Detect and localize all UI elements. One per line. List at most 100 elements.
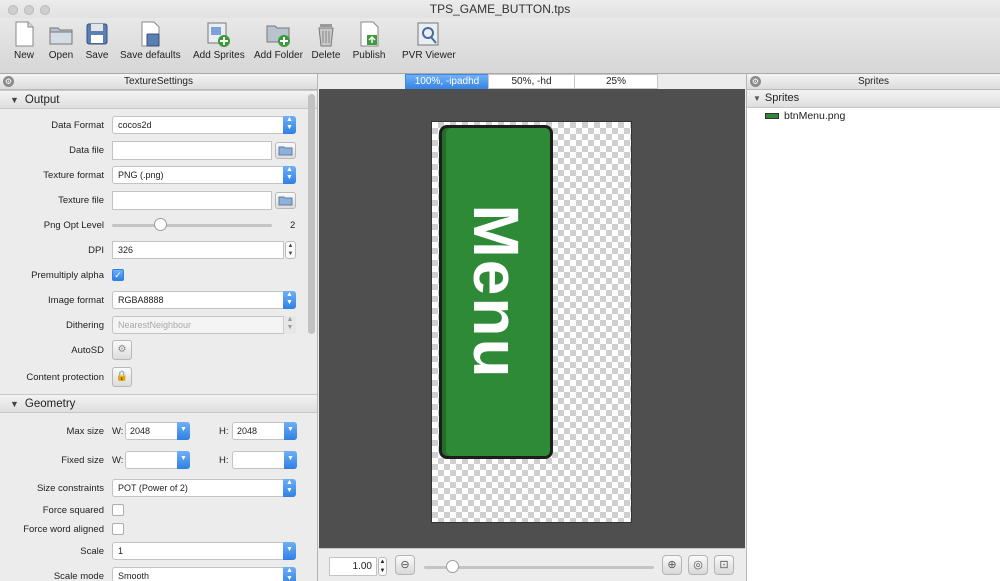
force-word-aligned-checkbox[interactable] (112, 523, 124, 535)
force-squared-checkbox[interactable] (112, 504, 124, 516)
pvr-viewer-button[interactable]: PVR Viewer (402, 20, 456, 61)
open-folder-icon (49, 27, 73, 45)
size-constraints-label: Size constraints (36, 483, 104, 494)
select-arrows-icon: ▲ ▼ (283, 479, 296, 497)
add-folder-button[interactable]: Add Folder (254, 20, 303, 61)
gear-icon[interactable]: ⚙ (750, 76, 761, 87)
publish-button[interactable]: Publish (352, 20, 386, 61)
content-protection-row: Content protection 🔒 (0, 365, 317, 394)
png-opt-level-value: 2 (290, 220, 296, 231)
zoom-out-icon: ⊖ (400, 559, 410, 571)
size-constraints-select[interactable]: POT (Power of 2) ▲ ▼ (112, 479, 296, 497)
autosd-label: AutoSD (71, 345, 104, 356)
texture-file-row: Texture file (0, 188, 317, 213)
sprite-sheet-preview[interactable]: Menu (431, 121, 632, 523)
zoom-slider-knob[interactable] (445, 560, 459, 573)
new-document-icon (15, 21, 34, 47)
max-size-row: Max size W: 2048 ▼ H: 2048 ▼ (0, 419, 317, 448)
tab-50-hd[interactable]: 50%, -hd (488, 74, 575, 89)
scale-row: Scale 1 ▼ (0, 539, 317, 564)
zoom-input[interactable]: 1.00 (329, 557, 377, 576)
select-arrows-icon: ▲ ▼ (283, 291, 296, 309)
save-disk-icon (86, 23, 108, 45)
zoom-stepper[interactable]: ▲ ▼ (378, 557, 387, 576)
add-folder-icon (266, 25, 290, 47)
add-sprites-icon (207, 22, 230, 47)
texture-file-browse-button[interactable] (275, 192, 296, 209)
size-constraints-row: Size constraints POT (Power of 2) ▲ ▼ (0, 476, 317, 501)
tab-25[interactable]: 25% (574, 74, 658, 89)
png-opt-level-label: Png Opt Level (43, 220, 104, 231)
chevron-down-icon: ▼ (283, 542, 296, 560)
scale-mode-row: Scale mode Smooth ▲ ▼ (0, 564, 317, 581)
add-sprites-button[interactable]: Add Sprites (193, 20, 245, 61)
texture-file-input[interactable] (112, 191, 272, 210)
save-button[interactable]: Save (83, 20, 111, 61)
image-format-label: Image format (48, 295, 104, 306)
zoom-fit-button[interactable]: ⊡ (714, 555, 734, 575)
max-size-height-select[interactable]: 2048 ▼ (232, 422, 297, 440)
save-defaults-button[interactable]: Save defaults (120, 20, 181, 61)
preview-area: 100%, -ipadhd 50%, -hd 25% Menu 1.00 ▲ ▼ … (319, 74, 745, 581)
zoom-out-button[interactable]: ⊖ (395, 555, 415, 575)
data-file-browse-button[interactable] (275, 142, 296, 159)
texture-settings-header: ⚙ TextureSettings (0, 74, 317, 90)
image-format-select[interactable]: RGBA8888 ▲ ▼ (112, 291, 296, 309)
folder-icon (278, 146, 293, 156)
zoom-in-icon: ⊕ (667, 559, 677, 571)
fixed-size-row: Fixed size W: ▼ H: ▼ (0, 448, 317, 476)
fixed-size-label: Fixed size (61, 455, 104, 466)
scale-mode-select[interactable]: Smooth ▲ ▼ (112, 567, 296, 581)
new-button[interactable]: New (10, 20, 38, 61)
force-word-aligned-label: Force word aligned (23, 524, 104, 535)
open-button[interactable]: Open (46, 20, 76, 61)
publish-icon (360, 21, 379, 47)
texture-format-select[interactable]: PNG (.png) ▲ ▼ (112, 166, 296, 184)
trash-icon (318, 24, 334, 47)
fixed-size-width-select[interactable]: ▼ (125, 451, 190, 469)
toolbar: New Open Save Save defaults Add Sprites … (0, 18, 1000, 74)
scale-label: Scale (80, 546, 104, 557)
dpi-label: DPI (88, 245, 104, 256)
scale-select[interactable]: 1 ▼ (112, 542, 296, 560)
chevron-down-icon: ▼ (177, 451, 190, 469)
data-format-select[interactable]: cocos2d ▲ ▼ (112, 116, 296, 134)
force-word-aligned-row: Force word aligned (0, 520, 317, 539)
menu-button-sprite[interactable]: Menu (439, 125, 553, 459)
data-file-input[interactable] (112, 141, 272, 160)
zoom-bar: 1.00 ▲ ▼ ⊖ ⊕ ◎ ⊡ (319, 548, 745, 581)
dpi-input[interactable]: 326 (112, 241, 284, 259)
texture-format-label: Texture format (43, 170, 104, 181)
dpi-stepper[interactable]: ▲ ▼ (285, 241, 296, 259)
zoom-actual-icon: ◎ (693, 559, 703, 571)
image-format-row: Image format RGBA8888 ▲ ▼ (0, 288, 317, 313)
texture-format-row: Texture format PNG (.png) ▲ ▼ (0, 163, 317, 188)
zoom-actual-size-button[interactable]: ◎ (688, 555, 708, 575)
force-squared-label: Force squared (42, 505, 104, 516)
title-bar: TPS_GAME_BUTTON.tps (0, 0, 1000, 18)
folder-icon (278, 196, 293, 206)
zoom-fit-icon: ⊡ (719, 559, 729, 571)
delete-button[interactable]: Delete (311, 20, 341, 61)
fixed-size-height-select[interactable]: ▼ (232, 451, 297, 469)
png-opt-level-slider[interactable] (112, 224, 272, 227)
sprite-list-item[interactable]: btnMenu.png (747, 108, 1000, 125)
tab-100-ipadhd[interactable]: 100%, -ipadhd (405, 74, 489, 89)
sprites-group[interactable]: ▼ Sprites (747, 90, 1000, 108)
gear-icon[interactable]: ⚙ (3, 76, 14, 87)
autosd-row: AutoSD ⚙ (0, 338, 317, 365)
geometry-section-header[interactable]: ▼ Geometry (0, 394, 317, 413)
pvr-viewer-icon (417, 22, 439, 46)
content-protection-button[interactable]: 🔒 (112, 367, 132, 387)
output-section-header[interactable]: ▼ Output (0, 90, 317, 109)
zoom-in-button[interactable]: ⊕ (662, 555, 682, 575)
texture-settings-panel: ⚙ TextureSettings ▼ Output Data Format co… (0, 74, 318, 581)
settings-scrollbar[interactable] (308, 94, 315, 334)
premultiply-alpha-checkbox[interactable]: ✓ (112, 269, 124, 281)
sprite-canvas[interactable]: Menu (319, 89, 745, 548)
autosd-settings-button[interactable]: ⚙ (112, 340, 132, 360)
max-size-width-select[interactable]: 2048 ▼ (125, 422, 190, 440)
select-arrows-icon: ▲ ▼ (283, 316, 296, 334)
png-opt-level-slider-knob[interactable] (154, 218, 167, 231)
sprite-thumbnail-icon (765, 113, 779, 120)
